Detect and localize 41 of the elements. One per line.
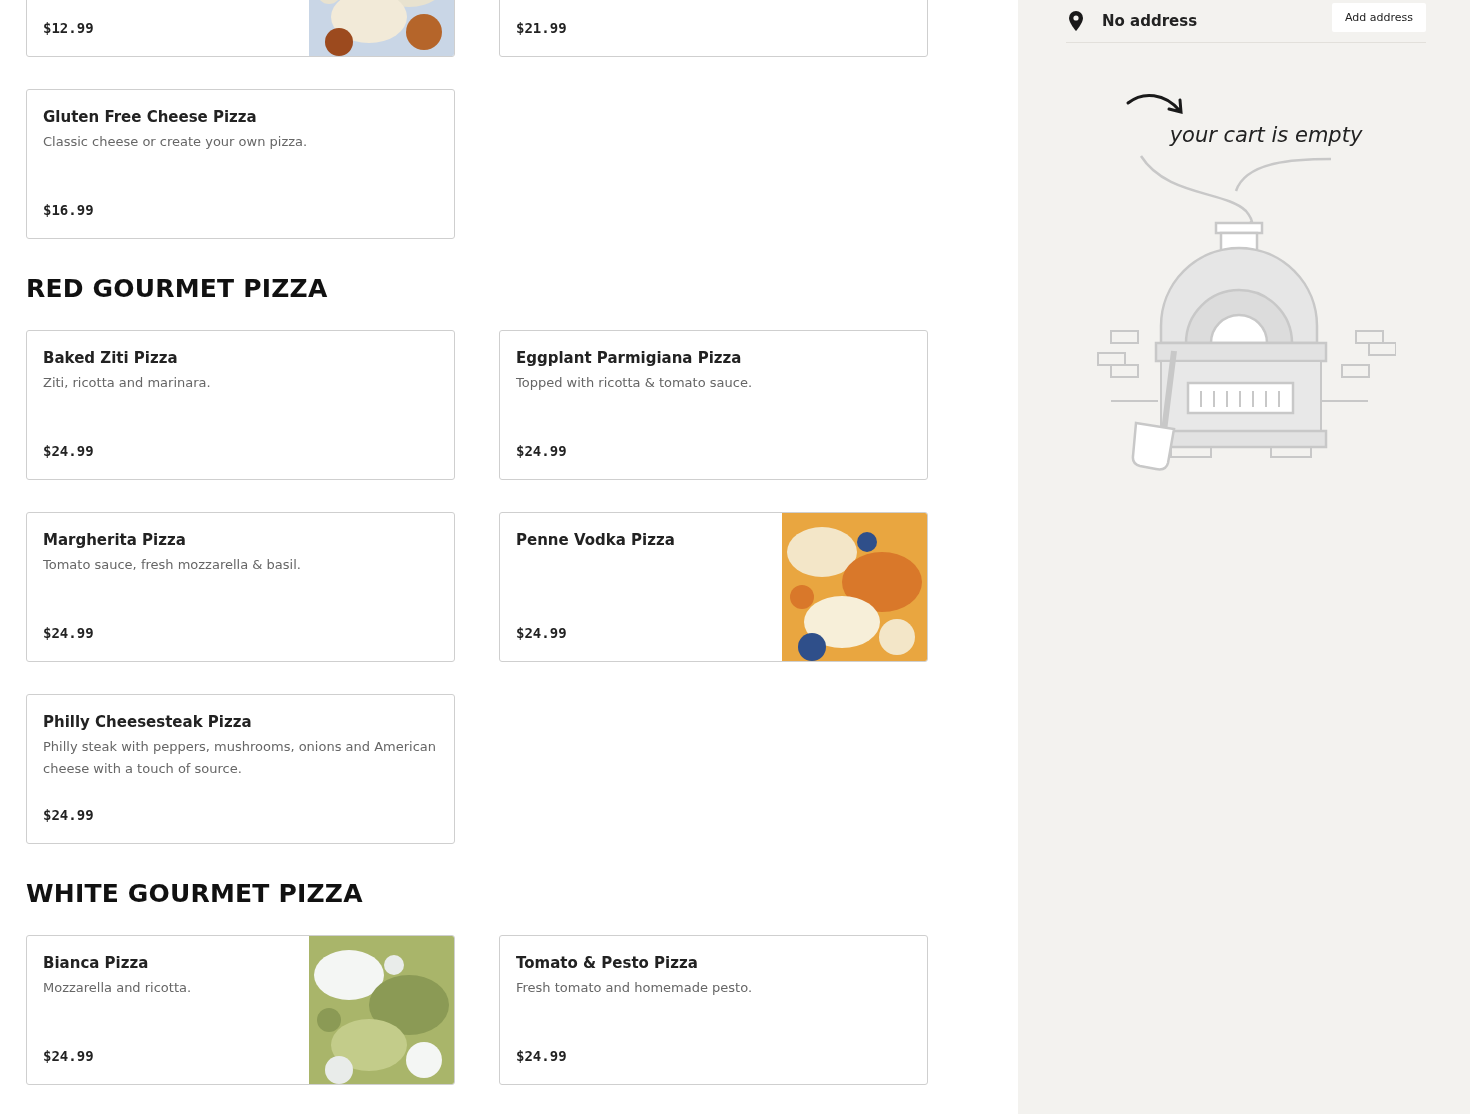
- item-name: Eggplant Parmigiana Pizza: [516, 349, 743, 367]
- item-description: Classic cheese or create your own pizza.: [43, 133, 309, 151]
- item-price: $16.99: [43, 202, 95, 218]
- item-name: Bianca Pizza: [43, 954, 150, 972]
- item-price: $24.99: [43, 443, 95, 459]
- menu-item-card[interactable]: Baked Ziti Pizza Ziti, ricotta and marinara. $24.99: [26, 330, 455, 480]
- location-pin-icon: [1066, 10, 1086, 32]
- section-heading: RED GOURMET PIZZA: [26, 274, 329, 304]
- item-price: $24.99: [516, 443, 568, 459]
- item-price: $24.99: [516, 625, 568, 641]
- item-description: Mozzarella and ricotta.: [43, 979, 193, 997]
- menu-item-card[interactable]: Margherita Pizza Tomato sauce, fresh mozzarella & basil. $24.99: [26, 512, 455, 662]
- item-description: Ziti, ricotta and marinara.: [43, 374, 212, 392]
- menu-item-card[interactable]: Tomato & Pesto Pizza Fresh tomato and homemade pesto. $24.99: [499, 935, 928, 1085]
- item-price: $24.99: [43, 807, 95, 823]
- menu-item-card[interactable]: $12.99: [26, 0, 455, 57]
- menu-item-card[interactable]: Eggplant Parmigiana Pizza Topped with ricotta & tomato sauce. $24.99: [499, 330, 928, 480]
- item-price: $24.99: [516, 1048, 568, 1064]
- section-heading: WHITE GOURMET PIZZA: [26, 879, 364, 909]
- item-price: $24.99: [43, 1048, 95, 1064]
- item-name: Margherita Pizza: [43, 531, 187, 549]
- item-name: Tomato & Pesto Pizza: [516, 954, 699, 972]
- menu-item-card[interactable]: Penne Vodka Pizza $24.99: [499, 512, 928, 662]
- item-price: $21.99: [516, 20, 568, 36]
- empty-cart-message: your cart is empty: [1169, 123, 1363, 147]
- item-name: Penne Vodka Pizza: [516, 531, 676, 549]
- menu-item-card[interactable]: Bianca Pizza Mozzarella and ricotta. $24.99: [26, 935, 455, 1085]
- menu-item-card[interactable]: Philly Cheesesteak Pizza Philly steak with peppers, mushrooms, onions and American cheese with a touch of source. $24.99: [26, 694, 455, 844]
- menu-item-card[interactable]: Gluten Free Cheese Pizza Classic cheese or create your own pizza. $16.99: [26, 89, 455, 239]
- menu-item-card[interactable]: $21.99: [499, 0, 928, 57]
- item-price: $24.99: [43, 625, 95, 641]
- item-name: Philly Cheesesteak Pizza: [43, 713, 253, 731]
- item-name: Gluten Free Cheese Pizza: [43, 108, 258, 126]
- item-price: $12.99: [43, 20, 95, 36]
- item-name: Baked Ziti Pizza: [43, 349, 179, 367]
- add-address-button[interactable]: Add address: [1332, 2, 1426, 32]
- item-description: Philly steak with peppers, mushrooms, onions and American cheese with a touch of source.: [43, 738, 438, 778]
- address-text: No address: [1102, 12, 1199, 30]
- item-description: Tomato sauce, fresh mozzarella & basil.: [43, 556, 302, 574]
- item-description: Fresh tomato and homemade pesto.: [516, 979, 754, 997]
- item-description: Topped with ricotta & tomato sauce.: [516, 374, 754, 392]
